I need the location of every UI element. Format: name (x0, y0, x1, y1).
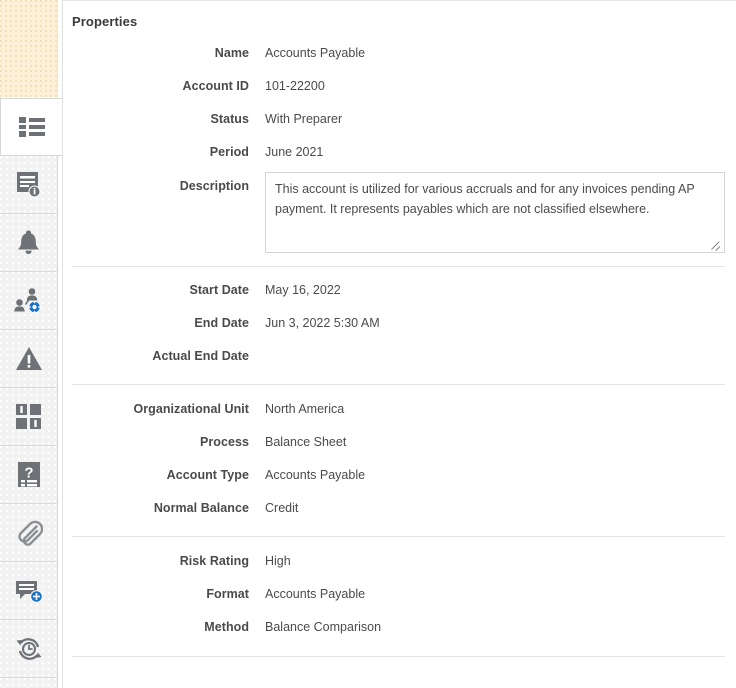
field-value-account-type: Accounts Payable (265, 468, 366, 482)
comment-add-icon (15, 578, 43, 604)
field-label-description: Description (179, 179, 249, 193)
field-value-method: Balance Comparison (265, 620, 382, 634)
properties-panel-screen: ? Properties Name Accounts Payable Accou… (0, 0, 736, 688)
field-row-organizational-unit: Organizational Unit North America (63, 394, 736, 427)
field-row-format: Format Accounts Payable (63, 579, 736, 612)
history-clock-icon (15, 637, 43, 661)
field-label-normal-balance: Normal Balance (153, 501, 249, 515)
field-row-risk-rating: Risk Rating High (63, 546, 736, 579)
field-row-start-date: Start Date May 16, 2022 (63, 275, 736, 308)
field-label-start-date: Start Date (189, 283, 249, 297)
field-label-period: Period (209, 145, 249, 159)
bell-icon (15, 229, 42, 256)
rail-tab-workflow[interactable] (0, 272, 58, 330)
field-row-process: Process Balance Sheet (63, 427, 736, 460)
field-value-status: With Preparer (265, 112, 343, 126)
document-info-icon (16, 171, 42, 198)
page-title: Properties (72, 14, 138, 29)
field-row-period: Period June 2021 (63, 137, 736, 170)
rail-tab-properties[interactable] (0, 98, 62, 156)
description-textarea[interactable]: This account is utilized for various acc… (265, 172, 725, 253)
field-value-organizational-unit: North America (265, 402, 345, 416)
field-label-account-type: Account Type (166, 468, 249, 482)
field-row-status: Status With Preparer (63, 104, 736, 137)
field-value-period: June 2021 (265, 145, 324, 159)
field-row-normal-balance: Normal Balance Credit (63, 493, 736, 526)
rail-tab-list: ? (0, 98, 62, 688)
field-label-account-id: Account ID (182, 79, 249, 93)
field-value-end-date: Jun 3, 2022 5:30 AM (265, 316, 380, 330)
field-row-description: Description This account is utilized for… (63, 170, 736, 258)
field-value-process: Balance Sheet (265, 435, 347, 449)
resize-handle-icon[interactable] (708, 237, 721, 251)
field-value-account-id: 101-22200 (265, 79, 325, 93)
rail-tab-history[interactable] (0, 620, 58, 678)
field-label-end-date: End Date (194, 316, 249, 330)
separator-1 (72, 266, 725, 267)
field-value-start-date: May 16, 2022 (265, 283, 341, 297)
rail-tab-aging[interactable] (0, 678, 58, 688)
separator-2 (72, 384, 725, 385)
rail-tab-attachments[interactable] (0, 504, 58, 562)
description-field-wrap: This account is utilized for various acc… (249, 170, 736, 253)
users-workflow-icon (14, 287, 43, 314)
separator-4 (72, 656, 725, 657)
list-properties-icon (18, 116, 45, 138)
warning-triangle-icon (15, 346, 43, 371)
field-value-risk-rating: High (265, 554, 291, 568)
svg-text:?: ? (24, 464, 33, 481)
field-value-normal-balance: Credit (265, 501, 299, 515)
paperclip-icon (15, 519, 43, 547)
field-label-risk-rating: Risk Rating (179, 554, 249, 568)
question-doc-icon: ? (17, 461, 41, 488)
field-label-actual-end-date: Actual End Date (152, 349, 249, 363)
field-row-account-id: Account ID 101-22200 (63, 71, 736, 104)
rail-tab-attributes[interactable] (0, 388, 58, 446)
field-label-process: Process (200, 435, 249, 449)
rail-tab-warnings[interactable] (0, 330, 58, 388)
field-value-actual-end-date (249, 341, 736, 349)
field-label-organizational-unit: Organizational Unit (133, 402, 249, 416)
field-label-name: Name (214, 46, 249, 60)
rail-tab-questions[interactable]: ? (0, 446, 58, 504)
field-row-end-date: End Date Jun 3, 2022 5:30 AM (63, 308, 736, 341)
field-row-method: Method Balance Comparison (63, 612, 736, 645)
rail-tab-comments[interactable] (0, 562, 58, 620)
separator-3 (72, 536, 725, 537)
grid-blocks-icon (15, 403, 42, 430)
left-icon-rail: ? (0, 0, 62, 688)
field-value-name: Accounts Payable (265, 46, 366, 60)
field-label-method: Method (204, 620, 249, 634)
field-label-status: Status (210, 112, 249, 126)
field-row-account-type: Account Type Accounts Payable (63, 460, 736, 493)
field-row-actual-end-date: Actual End Date (63, 341, 736, 374)
field-value-format: Accounts Payable (265, 587, 366, 601)
rail-top-banner (0, 0, 58, 97)
properties-form: Name Accounts Payable Account ID 101-222… (63, 29, 736, 657)
field-row-name: Name Accounts Payable (63, 38, 736, 71)
properties-content-panel: Properties Name Accounts Payable Account… (62, 0, 736, 688)
rail-tab-instructions[interactable] (0, 156, 58, 214)
rail-tab-alerts[interactable] (0, 214, 58, 272)
field-label-format: Format (206, 587, 249, 601)
